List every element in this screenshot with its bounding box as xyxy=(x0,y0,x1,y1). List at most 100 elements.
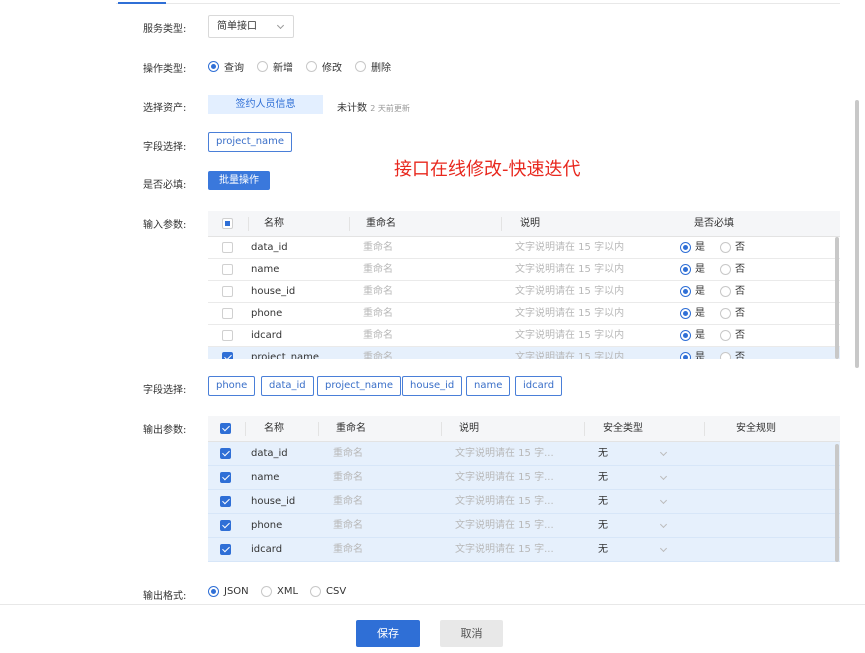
rename-input[interactable]: 重命名 xyxy=(333,514,363,537)
rename-input[interactable]: 重命名 xyxy=(333,490,363,513)
required-yes[interactable]: 是 xyxy=(680,237,705,258)
rename-input[interactable]: 重命名 xyxy=(363,281,393,302)
desc-input[interactable]: 文字说明请在 15 字... xyxy=(455,442,554,465)
input-table-scrollbar[interactable] xyxy=(835,237,839,359)
field-tag-idcard[interactable]: idcard xyxy=(515,376,563,396)
cancel-button[interactable]: 取消 xyxy=(440,620,503,647)
radio-op-modify[interactable]: 修改 xyxy=(306,59,342,74)
service-type-label: 服务类型: xyxy=(143,24,187,35)
field-tag-name[interactable]: name xyxy=(466,376,511,396)
row-checkbox[interactable] xyxy=(222,263,233,275)
required-no[interactable]: 否 xyxy=(720,281,745,302)
required-no[interactable]: 否 xyxy=(720,347,745,359)
required-yes[interactable]: 是 xyxy=(680,303,705,324)
top-divider xyxy=(116,3,840,4)
chevron-down-icon xyxy=(659,520,668,529)
select-all-checkbox[interactable] xyxy=(222,217,233,229)
table-row[interactable]: name 重命名 文字说明请在 15 字以内 是 否 xyxy=(208,259,840,281)
chevron-down-icon xyxy=(276,21,285,30)
output-table-scrollbar[interactable] xyxy=(835,444,839,562)
desc-input[interactable]: 文字说明请在 15 字以内 xyxy=(515,237,624,258)
col-desc: 说明 xyxy=(520,218,540,229)
table-row[interactable]: name 重命名 文字说明请在 15 字... 无 xyxy=(208,466,840,490)
field-tag-house-id[interactable]: house_id xyxy=(402,376,463,396)
desc-input[interactable]: 文字说明请在 15 字以内 xyxy=(515,281,624,302)
service-type-value: 简单接口 xyxy=(217,21,257,32)
row-checkbox[interactable] xyxy=(220,519,231,531)
required-label: 是否必填: xyxy=(143,180,187,191)
security-type-select[interactable]: 无 xyxy=(598,514,673,537)
output-format-label: 输出格式: xyxy=(143,591,187,602)
table-row[interactable]: project_name 重命名 文字说明请在 15 字以内 是 否 xyxy=(208,347,840,359)
rename-input[interactable]: 重命名 xyxy=(333,466,363,489)
required-no[interactable]: 否 xyxy=(720,303,745,324)
row-checkbox[interactable] xyxy=(222,351,233,359)
required-yes[interactable]: 是 xyxy=(680,325,705,346)
security-type-select[interactable]: 无 xyxy=(598,490,673,513)
output-params-table: 名称 重命名 说明 安全类型 安全规则 data_id 重命名 文字说明请在 1… xyxy=(208,416,840,565)
table-row[interactable]: idcard 重命名 文字说明请在 15 字以内 是 否 xyxy=(208,325,840,347)
page-scrollbar[interactable] xyxy=(855,100,859,368)
desc-input[interactable]: 文字说明请在 15 字以内 xyxy=(515,259,624,280)
desc-input[interactable]: 文字说明请在 15 字以内 xyxy=(515,325,624,346)
table-row[interactable]: house_id 重命名 文字说明请在 15 字... 无 xyxy=(208,490,840,514)
save-button[interactable]: 保存 xyxy=(356,620,420,647)
table-row[interactable]: idcard 重命名 文字说明请在 15 字... 无 xyxy=(208,538,840,562)
table-row[interactable]: data_id 重命名 文字说明请在 15 字以内 是 否 xyxy=(208,237,840,259)
rename-input[interactable]: 重命名 xyxy=(363,325,393,346)
desc-input[interactable]: 文字说明请在 15 字... xyxy=(455,538,554,561)
asset-updated: 2 天前更新 xyxy=(370,104,410,113)
radio-op-query[interactable]: 查询 xyxy=(208,59,244,74)
radio-op-add[interactable]: 新增 xyxy=(257,59,293,74)
service-type-select[interactable]: 简单接口 xyxy=(208,15,294,38)
table-row[interactable]: phone 重命名 文字说明请在 15 字以内 是 否 xyxy=(208,303,840,325)
desc-input[interactable]: 文字说明请在 15 字以内 xyxy=(515,303,624,324)
rename-input[interactable]: 重命名 xyxy=(363,347,393,359)
desc-input[interactable]: 文字说明请在 15 字... xyxy=(455,490,554,513)
required-no[interactable]: 否 xyxy=(720,237,745,258)
radio-format-xml[interactable]: XML xyxy=(261,586,298,597)
field-tag-data-id[interactable]: data_id xyxy=(261,376,314,396)
required-yes[interactable]: 是 xyxy=(680,259,705,280)
field-tag-project-name[interactable]: project_name xyxy=(208,132,293,152)
security-type-select[interactable]: 无 xyxy=(598,538,673,561)
field-tag-project-name-2[interactable]: project_name xyxy=(317,376,402,396)
row-checkbox[interactable] xyxy=(222,285,233,297)
row-checkbox[interactable] xyxy=(220,543,231,555)
desc-input[interactable]: 文字说明请在 15 字... xyxy=(455,514,554,537)
radio-format-csv[interactable]: CSV xyxy=(310,586,346,597)
asset-status: 未计数 2 天前更新 xyxy=(337,99,410,114)
row-checkbox[interactable] xyxy=(222,241,233,253)
row-checkbox[interactable] xyxy=(222,307,233,319)
input-params-table: 名称 重命名 说明 是否必填 data_id 重命名 文字说明请在 15 字以内… xyxy=(208,211,840,359)
asset-tag[interactable]: 签约人员信息 xyxy=(208,95,323,114)
row-checkbox[interactable] xyxy=(220,495,231,507)
radio-format-json[interactable]: JSON xyxy=(208,586,249,597)
security-type-select[interactable]: 无 xyxy=(598,466,673,489)
required-yes[interactable]: 是 xyxy=(680,281,705,302)
field-tag-phone[interactable]: phone xyxy=(208,376,256,396)
required-no[interactable]: 否 xyxy=(720,259,745,280)
desc-input[interactable]: 文字说明请在 15 字... xyxy=(455,466,554,489)
active-tab-indicator xyxy=(118,2,166,4)
required-yes[interactable]: 是 xyxy=(680,347,705,359)
row-checkbox[interactable] xyxy=(220,471,231,483)
overlay-caption: 接口在线修改-快速迭代 xyxy=(394,159,581,180)
desc-input[interactable]: 文字说明请在 15 字以内 xyxy=(515,347,624,359)
batch-operation-button[interactable]: 批量操作 xyxy=(208,171,270,190)
rename-input[interactable]: 重命名 xyxy=(363,259,393,280)
col-rename: 重命名 xyxy=(336,423,366,434)
row-checkbox[interactable] xyxy=(220,447,231,459)
rename-input[interactable]: 重命名 xyxy=(363,303,393,324)
radio-op-delete[interactable]: 删除 xyxy=(355,59,391,74)
required-no[interactable]: 否 xyxy=(720,325,745,346)
table-row[interactable]: data_id 重命名 文字说明请在 15 字... 无 xyxy=(208,442,840,466)
row-checkbox[interactable] xyxy=(222,329,233,341)
table-row[interactable]: phone 重命名 文字说明请在 15 字... 无 xyxy=(208,514,840,538)
rename-input[interactable]: 重命名 xyxy=(363,237,393,258)
rename-input[interactable]: 重命名 xyxy=(333,442,363,465)
security-type-select[interactable]: 无 xyxy=(598,442,673,465)
select-all-checkbox[interactable] xyxy=(220,422,231,434)
rename-input[interactable]: 重命名 xyxy=(333,538,363,561)
table-row[interactable]: house_id 重命名 文字说明请在 15 字以内 是 否 xyxy=(208,281,840,303)
